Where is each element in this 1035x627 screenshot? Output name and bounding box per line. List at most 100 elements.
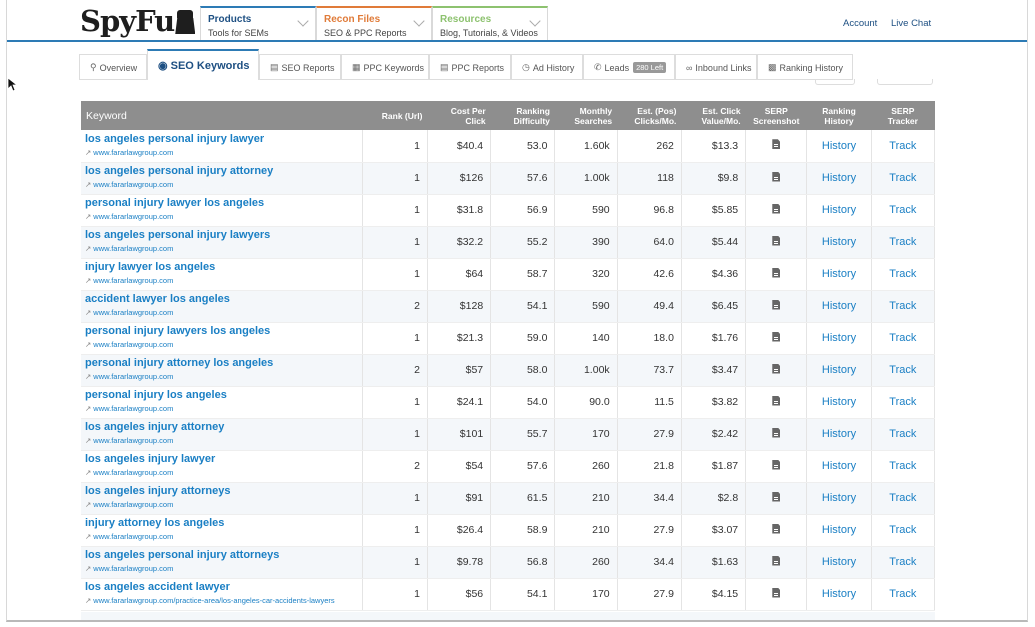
col-rank[interactable]: Rank (Url) (362, 101, 428, 130)
serp-screenshot-icon[interactable] (772, 395, 781, 406)
track-link[interactable]: Track (889, 172, 916, 184)
ranking-url-link[interactable]: ↗ www.fararlawgroup.com (85, 468, 355, 477)
serp-screenshot-icon[interactable] (772, 331, 781, 342)
col-ranking-difficulty[interactable]: Ranking Difficulty (490, 101, 555, 130)
spyfu-logo[interactable]: SpyFu (80, 4, 195, 38)
recon-files-menu[interactable]: Recon Files SEO & PPC Reports (316, 6, 432, 40)
serp-screenshot-icon[interactable] (772, 427, 781, 438)
keyword-link[interactable]: los angeles personal injury lawyer (85, 133, 355, 145)
history-link[interactable]: History (822, 556, 856, 568)
serp-screenshot-icon[interactable] (772, 267, 781, 278)
history-link[interactable]: History (822, 364, 856, 376)
serp-screenshot-icon[interactable] (772, 555, 781, 566)
ranking-url-link[interactable]: ↗ www.fararlawgroup.com (85, 212, 355, 221)
tab-seo-reports[interactable]: ▤ SEO Reports (259, 54, 341, 80)
serp-screenshot-icon[interactable] (772, 299, 781, 310)
track-link[interactable]: Track (889, 140, 916, 152)
history-link[interactable]: History (822, 332, 856, 344)
live-chat-link[interactable]: Live Chat (891, 18, 931, 29)
track-link[interactable]: Track (889, 524, 916, 536)
ranking-url-link[interactable]: ↗ www.fararlawgroup.com (85, 244, 355, 253)
ranking-url-link[interactable]: ↗ www.fararlawgroup.com (85, 372, 355, 381)
track-link[interactable]: Track (889, 556, 916, 568)
keyword-link[interactable]: los angeles personal injury attorney (85, 165, 355, 177)
keyword-link[interactable]: injury attorney los angeles (85, 517, 355, 529)
keyword-link[interactable]: los angeles injury attorney (85, 421, 355, 433)
track-link[interactable]: Track (889, 396, 916, 408)
serp-screenshot-icon[interactable] (772, 363, 781, 374)
history-link[interactable]: History (822, 140, 856, 152)
history-link[interactable]: History (822, 524, 856, 536)
phone-icon: ✆ (594, 62, 602, 72)
keyword-link[interactable]: personal injury lawyers los angeles (85, 325, 355, 337)
serp-screenshot-icon[interactable] (772, 203, 781, 214)
history-link[interactable]: History (822, 428, 856, 440)
ranking-url-link[interactable]: ↗ www.fararlawgroup.com (85, 532, 355, 541)
tab-overview[interactable]: ⚲ Overview (79, 54, 147, 80)
keyword-link[interactable]: los angeles personal injury lawyers (85, 229, 355, 241)
track-link[interactable]: Track (889, 204, 916, 216)
ranking-url-link[interactable]: ↗ www.fararlawgroup.com (85, 340, 355, 349)
history-link[interactable]: History (822, 236, 856, 248)
col-est-click-value[interactable]: Est. Click Value/Mo. (681, 101, 746, 130)
ranking-url-link[interactable]: ↗ www.fararlawgroup.com (85, 436, 355, 445)
history-link[interactable]: History (822, 460, 856, 472)
ranking-url-link[interactable]: ↗ www.fararlawgroup.com (85, 308, 355, 317)
ranking-url-link[interactable]: ↗ www.fararlawgroup.com (85, 500, 355, 509)
tab-ad-history[interactable]: ◷ Ad History (511, 54, 583, 80)
tab-leads[interactable]: ✆ Leads 280 Left (583, 54, 675, 80)
ranking-url-link[interactable]: ↗ www.fararlawgroup.com (85, 276, 355, 285)
history-link[interactable]: History (822, 172, 856, 184)
history-link[interactable]: History (822, 300, 856, 312)
products-menu[interactable]: Products Tools for SEMs (200, 6, 316, 40)
keyword-link[interactable]: los angeles injury attorneys (85, 485, 355, 497)
tab-ranking-history[interactable]: ▩ Ranking History (757, 54, 853, 80)
keyword-link[interactable]: los angeles accident lawyer (85, 581, 355, 593)
toolbar-button[interactable] (877, 79, 933, 85)
tab-seo-keywords[interactable]: ◉ SEO Keywords (147, 49, 259, 80)
keyword-link[interactable]: personal injury lawyer los angeles (85, 197, 355, 209)
serp-screenshot-icon[interactable] (772, 523, 781, 534)
keyword-link[interactable]: los angeles injury lawyer (85, 453, 355, 465)
col-keyword[interactable]: Keyword (81, 101, 363, 130)
col-cost-per-click[interactable]: Cost Per Click (427, 101, 491, 130)
track-link[interactable]: Track (889, 364, 916, 376)
history-link[interactable]: History (822, 268, 856, 280)
account-link[interactable]: Account (843, 18, 877, 29)
serp-screenshot-icon[interactable] (772, 459, 781, 470)
keyword-link[interactable]: personal injury attorney los angeles (85, 357, 355, 369)
track-link[interactable]: Track (889, 332, 916, 344)
track-link[interactable]: Track (889, 268, 916, 280)
history-link[interactable]: History (822, 588, 856, 600)
history-link[interactable]: History (822, 204, 856, 216)
track-link[interactable]: Track (889, 460, 916, 472)
track-link[interactable]: Track (889, 236, 916, 248)
resources-menu[interactable]: Resources Blog, Tutorials, & Videos (432, 6, 548, 40)
history-link[interactable]: History (822, 396, 856, 408)
serp-screenshot-icon[interactable] (772, 491, 781, 502)
tab-ppc-reports[interactable]: ▤ PPC Reports (429, 54, 511, 80)
track-link[interactable]: Track (889, 492, 916, 504)
serp-screenshot-icon[interactable] (772, 139, 781, 150)
track-link[interactable]: Track (889, 300, 916, 312)
keyword-link[interactable]: los angeles personal injury attorneys (85, 549, 355, 561)
keyword-link[interactable]: personal injury los angeles (85, 389, 355, 401)
keyword-link[interactable]: accident lawyer los angeles (85, 293, 355, 305)
tab-inbound-links[interactable]: ∞ Inbound Links (675, 54, 757, 80)
track-link[interactable]: Track (889, 428, 916, 440)
col-monthly-searches[interactable]: Monthly Searches (554, 101, 618, 130)
serp-screenshot-icon[interactable] (772, 171, 781, 182)
ranking-url-link[interactable]: ↗ www.fararlawgroup.com (85, 564, 355, 573)
keyword-link[interactable]: injury lawyer los angeles (85, 261, 355, 273)
ranking-url-link[interactable]: ↗ www.fararlawgroup.com/practice-area/los… (85, 596, 355, 605)
ranking-url-link[interactable]: ↗ www.fararlawgroup.com (85, 180, 355, 189)
ranking-url-link[interactable]: ↗ www.fararlawgroup.com (85, 148, 355, 157)
serp-screenshot-icon[interactable] (772, 235, 781, 246)
track-link[interactable]: Track (889, 588, 916, 600)
serp-screenshot-icon[interactable] (772, 587, 781, 598)
tab-ppc-keywords[interactable]: ▦ PPC Keywords (341, 54, 429, 80)
history-link[interactable]: History (822, 492, 856, 504)
ranking-url-link[interactable]: ↗ www.fararlawgroup.com (85, 404, 355, 413)
toolbar-button[interactable] (815, 79, 855, 85)
col-est-clicks[interactable]: Est. (Pos) Clicks/Mo. (617, 101, 682, 130)
